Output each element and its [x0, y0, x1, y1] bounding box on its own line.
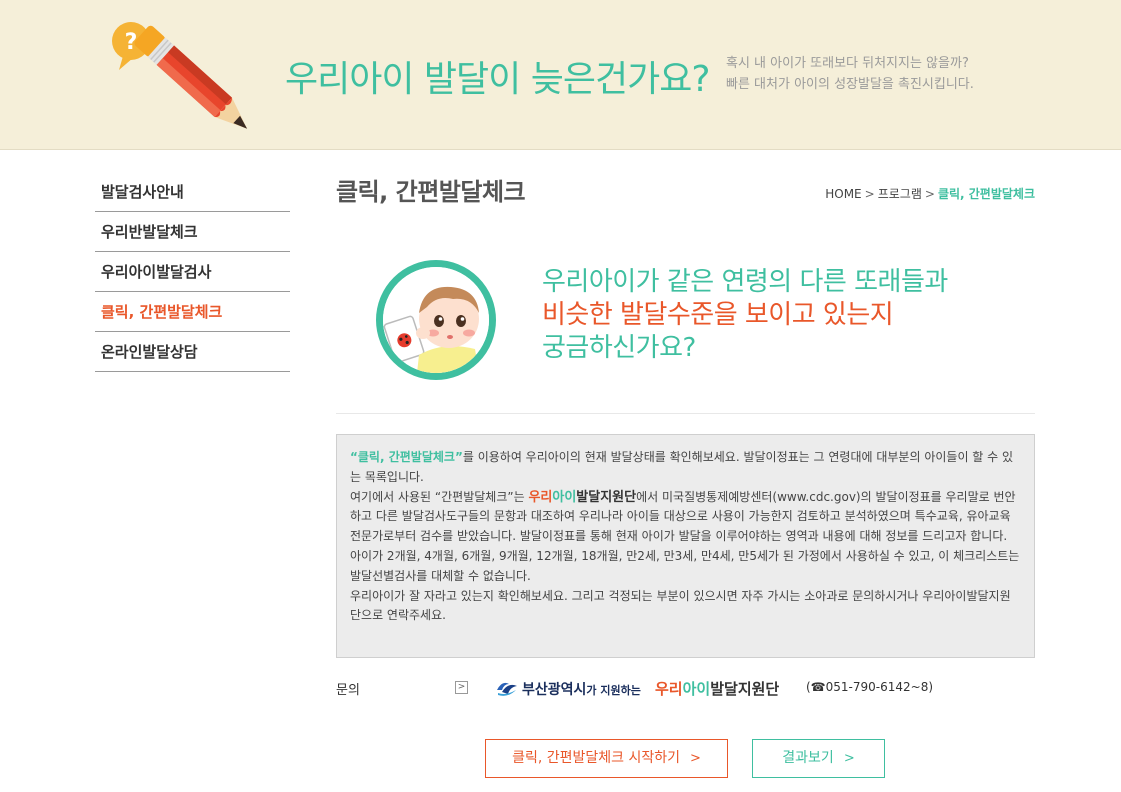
banner-subtitle-line2: 빠른 대처가 아이의 성장발달을 촉진시킵니다.: [726, 77, 974, 92]
info-box: “클릭, 간편발달체크”를 이용하여 우리아이의 현재 발달상태를 확인해보세요…: [336, 434, 1035, 658]
sidebar-nav: 발달검사안내 우리반발달체크 우리아이발달검사 클릭, 간편발달체크 온라인발달…: [95, 172, 290, 372]
info-paragraph-4: 우리아이가 잘 자라고 있는지 확인해보세요. 그리고 걱정되는 부분이 있으시…: [350, 588, 1011, 623]
page-title: 클릭, 간편발달체크: [336, 178, 526, 206]
banner-subtitle-line1: 혹시 내 아이가 또래보다 뒤처지지는 않을까?: [726, 56, 969, 71]
sponsor-name: 부산광역시가 지원하는: [522, 679, 641, 699]
info-p2-pre: 여기에서 사용된 “간편발달체크”는: [350, 489, 529, 504]
breadcrumb-home[interactable]: HOME: [825, 187, 861, 201]
headline: 우리아이가 같은 연령의 다른 또래들과 비슷한 발달수준을 보이고 있는지 궁…: [542, 266, 948, 365]
start-check-label: 클릭, 간편발달체크 시작하기: [512, 750, 680, 766]
sidebar-item-online-consult[interactable]: 온라인발달상담: [95, 332, 290, 372]
breadcrumb-current: 클릭, 간편발달체크: [937, 187, 1035, 201]
sidebar-item-child-dev-test[interactable]: 우리아이발달검사: [95, 252, 290, 292]
breadcrumb: HOME > 프로그램 > 클릭, 간편발달체크: [825, 185, 1035, 202]
breadcrumb-program[interactable]: 프로그램: [878, 187, 922, 201]
busan-logo-icon: [496, 678, 518, 702]
contact-phone: (☎051-790-6142~8): [806, 680, 934, 694]
headline-line3: 궁금하신가요?: [542, 333, 696, 363]
baby-illustration: [376, 260, 496, 380]
org-name-part: 발달지원단: [710, 680, 780, 698]
sponsor-city: 부산광역시: [522, 682, 587, 698]
sidebar-item-quick-dev-check[interactable]: 클릭, 간편발달체크: [95, 292, 290, 332]
start-check-button[interactable]: 클릭, 간편발달체크 시작하기 >: [485, 739, 728, 778]
org-name-part: 우리: [655, 680, 683, 698]
banner-subtitle: 혹시 내 아이가 또래보다 뒤처지지는 않을까? 빠른 대처가 아이의 성장발달…: [726, 53, 974, 95]
breadcrumb-separator: >: [924, 187, 935, 201]
org-name-part: 발달지원단: [576, 489, 637, 505]
sidebar-item-dev-test-guide[interactable]: 발달검사안내: [95, 172, 290, 212]
info-paragraph-1: “클릭, 간편발달체크”를 이용하여 우리아이의 현재 발달상태를 확인해보세요…: [350, 448, 1021, 488]
chevron-right-icon: >: [690, 751, 701, 766]
org-name-part: 아이: [682, 680, 711, 698]
top-banner: ? 우리아이 발달이 늦은건가요? 혹시 내 아이가 또래보다 뒤처지지는 않을…: [0, 0, 1121, 150]
chevron-right-icon: >: [843, 751, 855, 766]
pencil-illustration: ?: [105, 14, 265, 139]
headline-line1: 우리아이가 같은 연령의 다른 또래들과: [542, 267, 948, 297]
org-name-part: 아이: [552, 489, 577, 505]
section-divider: [336, 413, 1035, 414]
view-results-button[interactable]: 결과보기 >: [752, 739, 885, 778]
contact-arrow-icon[interactable]: >: [455, 681, 468, 694]
info-paragraph-3: 아이가 2개월, 4개월, 6개월, 9개월, 12개월, 18개월, 만2세,…: [350, 548, 1020, 583]
view-results-label: 결과보기: [782, 750, 834, 766]
info-quote: “클릭, 간편발달체크”: [350, 450, 463, 464]
sponsor-suffix: 가 지원하는: [586, 684, 641, 697]
contact-label: 문의: [336, 683, 360, 698]
breadcrumb-separator: >: [864, 187, 875, 201]
sidebar-item-class-dev-check[interactable]: 우리반발달체크: [95, 212, 290, 252]
info-paragraph-2: 여기에서 사용된 “간편발달체크”는 우리아이발달지원단에서 미국질병통제예방센…: [350, 488, 1021, 547]
org-name-part: 우리: [528, 489, 553, 505]
support-center-name: 우리아이발달지원단: [655, 678, 779, 699]
banner-title: 우리아이 발달이 늦은건가요?: [285, 59, 710, 100]
org-name-inline: 우리아이발달지원단: [528, 490, 636, 505]
headline-line2: 비슷한 발달수준을 보이고 있는지: [542, 300, 894, 330]
